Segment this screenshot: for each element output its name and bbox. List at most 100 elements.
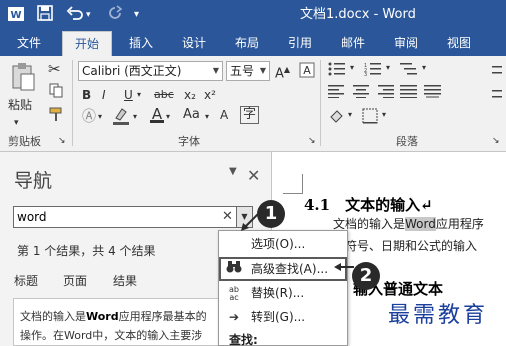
undo-icon[interactable]	[66, 5, 84, 27]
align-center-icon[interactable]	[352, 84, 370, 103]
tab-headings[interactable]: 标题	[14, 272, 38, 289]
watermark-logo: 最需教育	[388, 303, 489, 328]
menu-item-replace[interactable]: ab ac 替换(R)...	[219, 281, 347, 305]
menu-item-label: 高级查找(A)...	[251, 262, 329, 276]
shading-icon[interactable]	[328, 108, 346, 129]
tab-layout[interactable]: 布局	[224, 31, 270, 56]
font-launcher-icon[interactable]: ↘	[308, 132, 316, 150]
tab-pages[interactable]: 页面	[63, 272, 87, 289]
svg-text:W: W	[10, 10, 21, 21]
align-left-icon[interactable]	[328, 84, 346, 103]
replace-icon: ab ac	[229, 285, 239, 302]
chevron-down-icon[interactable]: ▾	[133, 108, 137, 126]
grow-font-icon[interactable]: A▲	[275, 61, 290, 83]
chevron-down-icon[interactable]: ▾	[350, 59, 354, 77]
undo-dropdown-icon[interactable]: ▾	[86, 5, 91, 25]
chevron-down-icon[interactable]: ▾	[386, 59, 390, 77]
chevron-down-icon[interactable]: ▾	[382, 106, 386, 124]
search-options-menu: 选项(O)... 高级查找(A)... ab ac 替换(R)... ➔ 转到(G…	[218, 230, 348, 346]
distributed-icon[interactable]	[424, 84, 442, 103]
navigation-pane-title: 导航	[14, 170, 53, 192]
multilevel-list-icon[interactable]	[400, 62, 418, 81]
pane-options-icon[interactable]: ▼	[229, 166, 237, 177]
text-effects-icon[interactable]: A	[299, 62, 315, 83]
underline-dropdown-icon[interactable]: ▾	[137, 86, 141, 104]
word-logo-icon[interactable]: W	[7, 5, 25, 29]
justify-icon[interactable]	[400, 84, 418, 103]
chevron-down-icon[interactable]: ▾	[422, 59, 426, 77]
font-color-icon[interactable]: A	[150, 105, 164, 123]
paragraph-text: 文档的输入是	[333, 217, 406, 231]
italic-button[interactable]: I	[102, 86, 106, 104]
paste-dropdown-icon[interactable]: ▾	[14, 114, 19, 132]
ribbon-tabs: 文件 开始 插入 设计 布局 引用 邮件 审阅 视图	[0, 31, 506, 56]
tab-design[interactable]: 设计	[171, 31, 217, 56]
tab-home[interactable]: 开始	[62, 31, 112, 56]
bold-button[interactable]: B	[82, 86, 91, 104]
chevron-down-icon[interactable]: ▾	[348, 106, 352, 124]
bullets-icon[interactable]	[328, 62, 346, 81]
group-separator	[72, 60, 73, 146]
align-right-icon[interactable]	[376, 84, 394, 103]
snippet-text: 应用程序最基本的	[118, 310, 207, 323]
chevron-down-icon[interactable]: ▾	[205, 108, 209, 126]
callout-marker-2: 2	[352, 262, 380, 290]
paragraph-launcher-icon[interactable]: ↘	[492, 132, 500, 150]
binoculars-icon	[225, 260, 243, 279]
result-count: 第 1 个结果，共 4 个结果	[17, 244, 156, 258]
paragraph-line-2: 殊符号、日期和公式的输入	[333, 239, 478, 253]
subscript-button[interactable]: x₂	[184, 86, 196, 104]
chevron-down-icon[interactable]: ▼	[257, 62, 269, 80]
ribbon: 粘贴 ▾ ✂ 剪贴板 ↘ Calibri (西文正文) ▼ 五号 ▼ A▲ A …	[0, 56, 506, 152]
tab-review[interactable]: 审阅	[383, 31, 429, 56]
customize-quick-access-icon[interactable]: ▾	[134, 5, 139, 25]
numbering-icon[interactable]: 123	[364, 62, 382, 81]
save-icon[interactable]	[37, 5, 53, 27]
change-case-icon[interactable]: Aa	[183, 106, 200, 124]
strikethrough-button[interactable]: abc	[154, 86, 174, 104]
close-icon[interactable]: ✕	[247, 166, 260, 185]
font-name-combo[interactable]: Calibri (西文正文) ▼	[78, 61, 223, 81]
tab-insert[interactable]: 插入	[118, 31, 164, 56]
font-size-combo[interactable]: 五号 ▼	[226, 61, 270, 81]
menu-item-label: 替换(R)...	[251, 286, 305, 300]
tab-references[interactable]: 引用	[277, 31, 323, 56]
paragraph-line-1: 文档的输入是Word应用程序	[333, 215, 484, 233]
menu-item-label: 转到(G)...	[251, 310, 306, 324]
chevron-down-icon[interactable]: ▼	[210, 62, 222, 80]
clipboard-launcher-icon[interactable]: ↘	[58, 132, 66, 150]
paste-button[interactable]: 粘贴	[8, 96, 32, 114]
cut-icon[interactable]: ✂	[48, 60, 61, 78]
text-effects-a-icon[interactable]: Ⓐ	[82, 108, 96, 126]
chevron-down-icon[interactable]: ▾	[166, 108, 170, 126]
menu-item-go-to[interactable]: ➔ 转到(G)...	[219, 305, 347, 329]
tab-mailings[interactable]: 邮件	[330, 31, 376, 56]
paste-icon[interactable]	[10, 62, 36, 97]
title-bar: W ▾ ▾ 文档1.docx - Word	[0, 0, 506, 31]
underline-button[interactable]: U	[124, 86, 133, 104]
clear-search-icon[interactable]: ✕	[222, 208, 233, 226]
heading-1: 4.1 文本的输入↵	[304, 196, 433, 214]
callout-pointer-2	[334, 263, 354, 271]
enclosed-character-icon[interactable]: 字	[240, 106, 260, 124]
menu-item-advanced-find[interactable]: 高级查找(A)...	[219, 257, 347, 281]
redo-icon[interactable]	[107, 5, 123, 27]
tab-file[interactable]: 文件	[4, 31, 54, 56]
tab-view[interactable]: 视图	[436, 31, 482, 56]
font-group-label: 字体	[178, 135, 200, 148]
character-border-icon[interactable]: A	[220, 106, 228, 124]
line-spacing-icon[interactable]	[488, 64, 502, 109]
format-painter-icon[interactable]	[48, 106, 64, 127]
menu-item-options[interactable]: 选项(O)...	[219, 232, 347, 256]
copy-icon[interactable]	[48, 82, 64, 103]
menu-section-header: 查找:	[229, 333, 258, 346]
search-box[interactable]: word ✕ ▼	[13, 206, 253, 228]
search-input[interactable]: word	[17, 208, 47, 226]
superscript-button[interactable]: x²	[204, 86, 216, 104]
chevron-down-icon[interactable]: ▾	[98, 108, 102, 126]
menu-item-label: 选项(O)...	[251, 237, 306, 251]
tab-results[interactable]: 结果	[113, 272, 137, 289]
borders-icon[interactable]	[362, 108, 380, 129]
paragraph-text: 应用程序	[435, 217, 484, 231]
highlight-color-icon[interactable]	[112, 106, 130, 131]
